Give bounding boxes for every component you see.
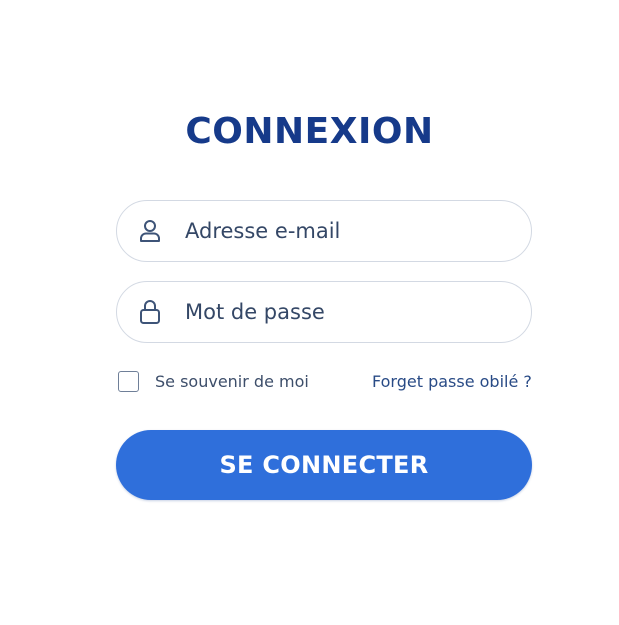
remember-me-checkbox[interactable]: [118, 371, 139, 392]
email-input[interactable]: [185, 211, 505, 251]
password-field-container[interactable]: [116, 281, 532, 343]
email-field-container[interactable]: [116, 200, 532, 262]
remember-me[interactable]: Se souvenir de moi: [118, 371, 309, 392]
forgot-password-link[interactable]: Forget passe obilé ?: [372, 372, 532, 391]
password-input[interactable]: [185, 292, 505, 332]
login-button[interactable]: SE CONNECTER: [116, 430, 532, 500]
remember-me-label: Se souvenir de moi: [155, 372, 309, 391]
user-icon: [138, 219, 162, 243]
page-title: CONNEXION: [185, 111, 434, 152]
lock-icon: [138, 300, 162, 324]
